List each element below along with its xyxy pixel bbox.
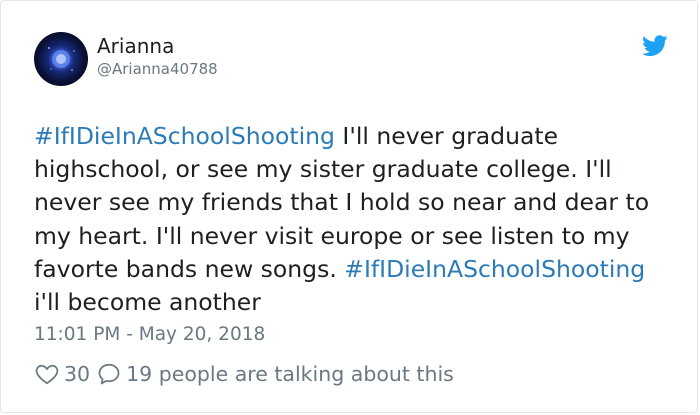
- heart-icon[interactable]: [34, 361, 60, 387]
- hashtag-link[interactable]: #IfIDieInASchoolShooting: [344, 255, 645, 283]
- reply-count[interactable]: 19 people are talking about this: [126, 362, 454, 386]
- tweet-line-5: favorte bands new songs. #IfIDieInASchoo…: [34, 253, 674, 286]
- tweet-actions: 30 19 people are talking about this: [34, 359, 454, 389]
- tweet-text: #IfIDieInASchoolShooting I'll never grad…: [34, 120, 674, 319]
- avatar-image: [48, 47, 75, 71]
- tweet-line-3: never see my friends that I hold so near…: [34, 188, 650, 217]
- speech-bubble-icon[interactable]: [96, 361, 122, 387]
- tweet-line-1: #IfIDieInASchoolShooting I'll never grad…: [34, 120, 674, 153]
- tweet-line-text: favorte bands new songs.: [34, 254, 345, 283]
- twitter-bird-icon[interactable]: [642, 35, 668, 57]
- tweet-card: Arianna @Arianna40788 #IfIDieInASchoolSh…: [0, 0, 698, 413]
- tweet-line-6: i'll become another: [34, 288, 261, 317]
- author-handle[interactable]: @Arianna40788: [97, 60, 218, 78]
- like-count[interactable]: 30: [64, 362, 90, 386]
- tweet-line-text: I'll never graduate: [334, 122, 559, 150]
- hashtag-link[interactable]: #IfIDieInASchoolShooting: [34, 122, 335, 150]
- tweet-line-2: highschool, or see my sister graduate co…: [34, 155, 612, 184]
- avatar[interactable]: [34, 32, 88, 86]
- tweet-line-4: my heart. I'll never visit europe or see…: [34, 221, 630, 250]
- author-name[interactable]: Arianna: [97, 34, 174, 58]
- tweet-timestamp[interactable]: 11:01 PM - May 20, 2018: [34, 323, 265, 347]
